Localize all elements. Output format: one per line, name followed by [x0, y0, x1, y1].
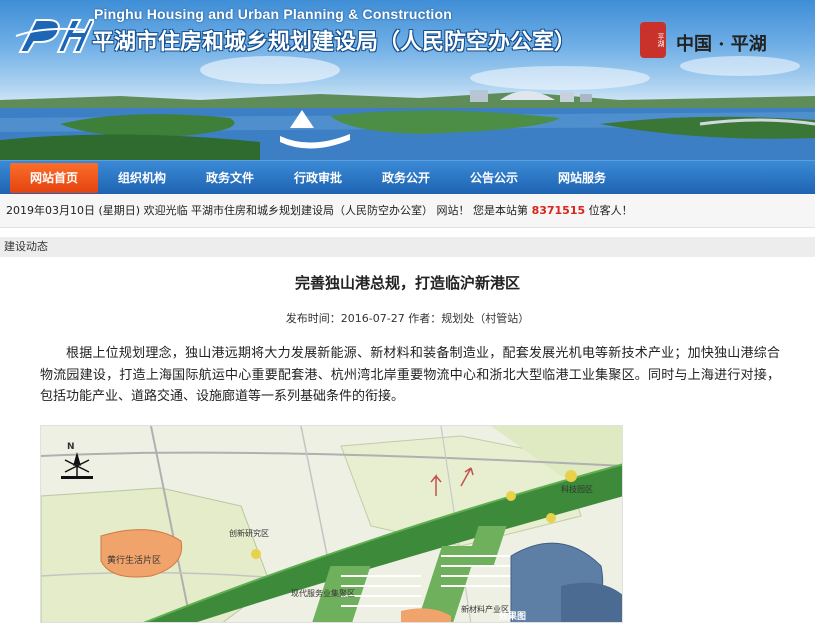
site-title-en: Pinghu Housing and Urban Planning & Cons… — [94, 6, 453, 22]
map-label-zone-left: 黄行生活片区 — [107, 556, 162, 566]
bureau-logo — [15, 19, 94, 53]
visitor-count: 8371515 — [531, 204, 586, 217]
welcome-suffix: 位客人！ — [585, 204, 633, 217]
nav-site-services[interactable]: 网站服务 — [540, 161, 624, 195]
breadcrumb: 建设动态 — [0, 237, 815, 257]
nav-announcements[interactable]: 公告公示 — [452, 161, 536, 195]
nav-home[interactable]: 网站首页 — [10, 163, 98, 193]
article-body: 根据上位规划理念，独山港远期将大力发展新能源、新材料和装备制造业，配套发展光机电… — [40, 346, 780, 404]
welcome-text: 2019年03月10日 (星期日) 欢迎光临 平湖市住房和城乡规划建设局（人民防… — [6, 204, 532, 217]
main-nav: 网站首页 组织机构 政务文件 行政审批 政务公开 公告公示 网站服务 — [0, 160, 815, 195]
article-title: 完善独山港总规，打造临沪新港区 — [294, 274, 520, 292]
city-seal: 平湖 — [640, 22, 666, 58]
section-label[interactable]: 建设动态 — [4, 240, 48, 253]
nav-organization[interactable]: 组织机构 — [100, 161, 184, 195]
nav-administrative-approval[interactable]: 行政审批 — [276, 161, 360, 195]
city-slogan: 中国 · 平湖 — [676, 34, 767, 55]
nav-policy-documents[interactable]: 政务文件 — [188, 161, 272, 195]
map-label-point-b: 现代服务业集聚区 — [291, 589, 355, 598]
map-label-point-d: 科技园区 — [561, 485, 593, 494]
map-label-point-e: 效果图 — [499, 612, 527, 622]
welcome-bar: 2019年03月10日 (星期日) 欢迎光临 平湖市住房和城乡规划建设局（人民防… — [0, 194, 815, 228]
site-banner: Pinghu Housing and Urban Planning & Cons… — [0, 0, 815, 160]
article-meta: 发布时间：2016-07-27 作者：规划处（村管站） — [285, 312, 530, 325]
site-title-cn: 平湖市住房和城乡规划建设局（人民防空办公室） — [92, 30, 577, 55]
planning-map: N 黄行生活片区 创新研究区 现代服务业集聚区 新材料产业区 科技园区 效果图 — [40, 425, 623, 623]
map-north-label: N — [67, 442, 75, 452]
map-label-point-a: 创新研究区 — [229, 529, 269, 538]
nav-government-affairs[interactable]: 政务公开 — [364, 161, 448, 195]
